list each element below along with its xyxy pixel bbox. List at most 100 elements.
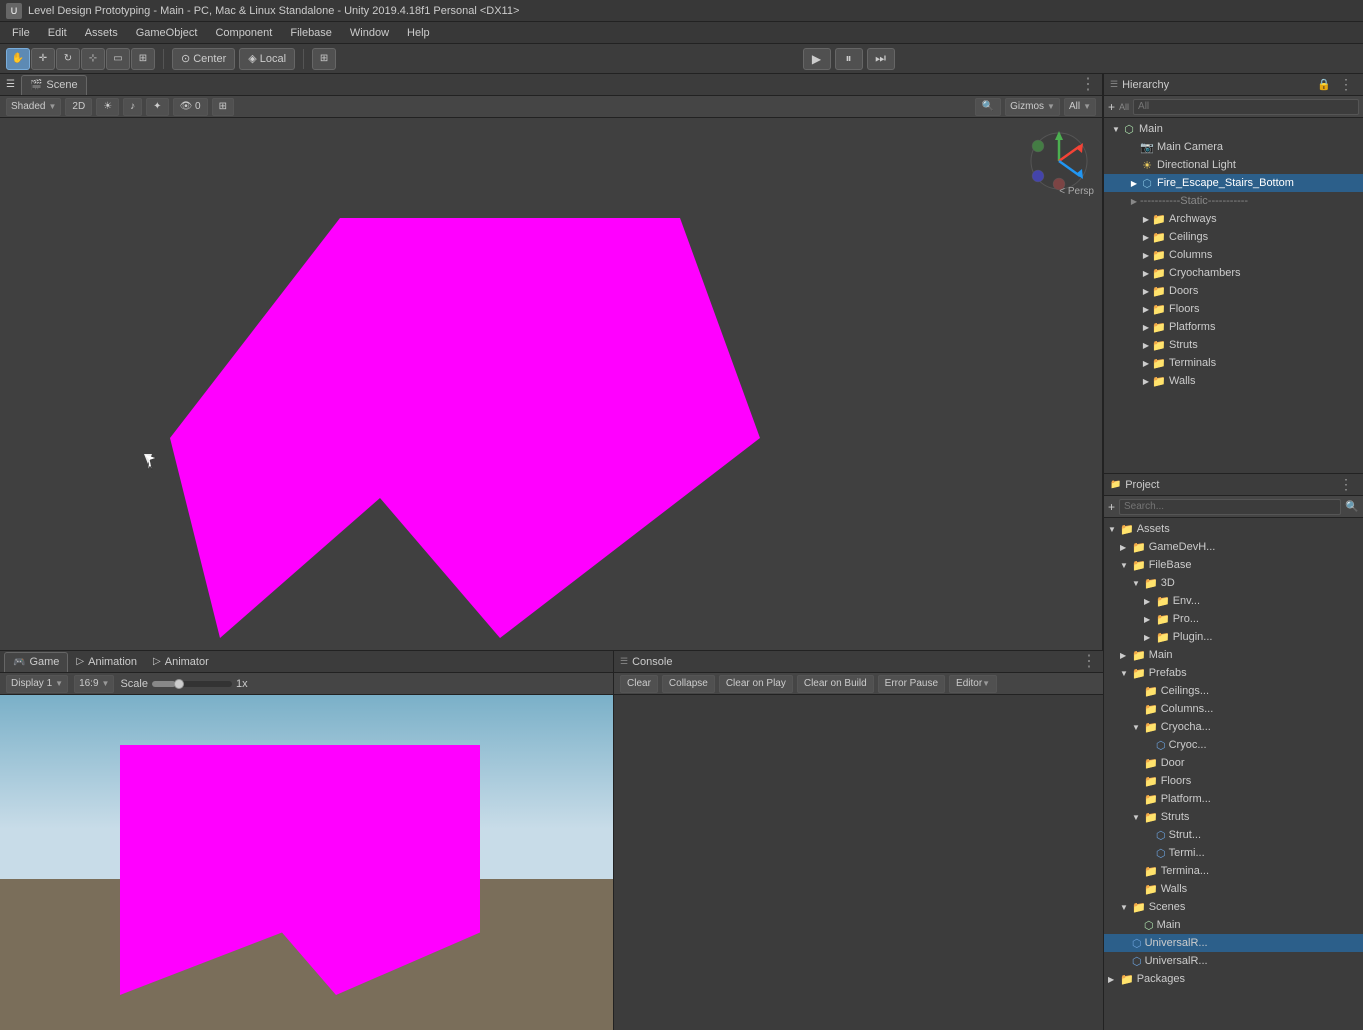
proj-termi-prefab[interactable]: ⬡ Termi...: [1104, 844, 1363, 862]
proj-main-scene[interactable]: ⬡ Main: [1104, 916, 1363, 934]
proj-universal-r1[interactable]: ⬡ UniversalR...: [1104, 934, 1363, 952]
hier-fire-escape[interactable]: ▶ ⬡ Fire_Escape_Stairs_Bottom: [1104, 174, 1363, 192]
hier-columns-arrow: ▶: [1140, 251, 1152, 260]
audio-btn[interactable]: ♪: [123, 98, 142, 116]
clear-on-play-btn[interactable]: Clear on Play: [719, 675, 793, 693]
proj-3d[interactable]: ▼ 📁 3D: [1104, 574, 1363, 592]
hier-main-scene[interactable]: ▼ ⬡ Main: [1104, 120, 1363, 138]
console-more-btn[interactable]: ⋮: [1081, 654, 1097, 670]
step-button[interactable]: ⏭: [867, 48, 895, 70]
search-scene-btn[interactable]: 🔍: [975, 98, 1001, 116]
proj-platform-pf[interactable]: 📁 Platform...: [1104, 790, 1363, 808]
scale-tool[interactable]: ⊹: [81, 48, 105, 70]
proj-columns-pf[interactable]: 📁 Columns...: [1104, 700, 1363, 718]
tab-animator[interactable]: ▷ Animator: [145, 652, 217, 672]
play-button[interactable]: ▶: [803, 48, 831, 70]
hier-columns[interactable]: ▶ 📁 Columns: [1104, 246, 1363, 264]
proj-pro[interactable]: ▶ 📁 Pro...: [1104, 610, 1363, 628]
proj-gamedevh[interactable]: ▶ 📁 GameDevH...: [1104, 538, 1363, 556]
proj-env[interactable]: ▶ 📁 Env...: [1104, 592, 1363, 610]
proj-cryocha-pf[interactable]: ▼ 📁 Cryocha...: [1104, 718, 1363, 736]
proj-ceilings-pf[interactable]: 📁 Ceilings...: [1104, 682, 1363, 700]
proj-floors-pf[interactable]: 📁 Floors: [1104, 772, 1363, 790]
clear-on-build-btn[interactable]: Clear on Build: [797, 675, 874, 693]
proj-scenes[interactable]: ▼ 📁 Scenes: [1104, 898, 1363, 916]
center-button[interactable]: ⊙ Center: [172, 48, 235, 70]
proj-assets[interactable]: ▼ 📁 Assets: [1104, 520, 1363, 538]
proj-packages[interactable]: ▶ 📁 Packages: [1104, 970, 1363, 988]
grid-toggle[interactable]: ⊞: [212, 98, 234, 116]
tab-game[interactable]: 🎮 Game: [4, 652, 68, 672]
project-more-btn[interactable]: ⋮: [1335, 476, 1357, 493]
gizmos-dropdown[interactable]: Gizmos ▼: [1005, 98, 1060, 116]
hier-floors[interactable]: ▶ 📁 Floors: [1104, 300, 1363, 318]
proj-plugin[interactable]: ▶ 📁 Plugin...: [1104, 628, 1363, 646]
hier-walls[interactable]: ▶ 📁 Walls: [1104, 372, 1363, 390]
proj-door-pf[interactable]: 📁 Door: [1104, 754, 1363, 772]
project-search-icon[interactable]: 🔍: [1345, 500, 1359, 513]
hier-platforms[interactable]: ▶ 📁 Platforms: [1104, 318, 1363, 336]
hier-struts[interactable]: ▶ 📁 Struts: [1104, 336, 1363, 354]
project-add-btn[interactable]: +: [1108, 500, 1115, 514]
scale-slider[interactable]: [152, 681, 232, 687]
hierarchy-add-btn[interactable]: +: [1108, 100, 1115, 114]
proj-universal-r2[interactable]: ⬡ UniversalR...: [1104, 952, 1363, 970]
aspect-dropdown[interactable]: 16:9 ▼: [74, 675, 114, 693]
hier-main-camera[interactable]: 📷 Main Camera: [1104, 138, 1363, 156]
scene-vis-btn[interactable]: 👁 0: [173, 98, 208, 116]
hier-static-separator[interactable]: ▶ -----------Static-----------: [1104, 192, 1363, 210]
hierarchy-lock-btn[interactable]: 🔒: [1317, 78, 1331, 91]
local-button[interactable]: ◈ Local: [239, 48, 295, 70]
doors-icon: 📁: [1152, 284, 1166, 298]
light-icon: ☀: [1140, 158, 1154, 172]
menu-component[interactable]: Component: [207, 25, 280, 41]
proj-cryoc-prefab[interactable]: ⬡ Cryoc...: [1104, 736, 1363, 754]
scene-viewport[interactable]: < Persp: [0, 118, 1102, 650]
hier-cryochambers[interactable]: ▶ 📁 Cryochambers: [1104, 264, 1363, 282]
scale-thumb[interactable]: [174, 679, 184, 689]
hierarchy-more-btn[interactable]: ⋮: [1335, 76, 1357, 93]
hier-dir-light[interactable]: ☀ Directional Light: [1104, 156, 1363, 174]
proj-termina-pf[interactable]: 📁 Termina...: [1104, 862, 1363, 880]
menu-assets[interactable]: Assets: [77, 25, 126, 41]
transform-tool[interactable]: ⊞: [131, 48, 155, 70]
hand-tool[interactable]: ✋: [6, 48, 30, 70]
hier-terminals[interactable]: ▶ 📁 Terminals: [1104, 354, 1363, 372]
menu-gameobject[interactable]: GameObject: [128, 25, 206, 41]
menu-filebase[interactable]: Filebase: [282, 25, 340, 41]
proj-main-folder[interactable]: ▶ 📁 Main: [1104, 646, 1363, 664]
pause-button[interactable]: ⏸: [835, 48, 863, 70]
editor-dropdown[interactable]: Editor ▼: [949, 675, 997, 693]
collapse-btn[interactable]: Collapse: [662, 675, 715, 693]
menu-help[interactable]: Help: [399, 25, 438, 41]
proj-walls-pf[interactable]: 📁 Walls: [1104, 880, 1363, 898]
fx-btn[interactable]: ✦: [146, 98, 168, 116]
2d-toggle[interactable]: 2D: [65, 98, 92, 116]
display-dropdown[interactable]: Display 1 ▼: [6, 675, 68, 693]
hier-archways[interactable]: ▶ 📁 Archways: [1104, 210, 1363, 228]
tab-scene[interactable]: 🎬 Scene: [21, 75, 87, 95]
proj-filebase[interactable]: ▼ 📁 FileBase: [1104, 556, 1363, 574]
error-pause-btn[interactable]: Error Pause: [878, 675, 945, 693]
hier-ceilings[interactable]: ▶ 📁 Ceilings: [1104, 228, 1363, 246]
menu-file[interactable]: File: [4, 25, 38, 41]
move-tool[interactable]: ✛: [31, 48, 55, 70]
project-search-input[interactable]: [1119, 499, 1341, 515]
rect-tool[interactable]: ▭: [106, 48, 130, 70]
grid-button[interactable]: ⊞: [312, 48, 336, 70]
proj-strut-prefab[interactable]: ⬡ Strut...: [1104, 826, 1363, 844]
proj-struts-pf[interactable]: ▼ 📁 Struts: [1104, 808, 1363, 826]
menu-edit[interactable]: Edit: [40, 25, 75, 41]
menu-window[interactable]: Window: [342, 25, 397, 41]
lighting-btn[interactable]: ☀: [96, 98, 119, 116]
hierarchy-search-input[interactable]: [1133, 99, 1359, 115]
clear-btn[interactable]: Clear: [620, 675, 658, 693]
scene-more-btn[interactable]: ⋮: [1080, 77, 1096, 93]
rotate-tool[interactable]: ↻: [56, 48, 80, 70]
tab-animation[interactable]: ▷ Animation: [68, 652, 145, 672]
universal-r2-icon: ⬡: [1132, 955, 1142, 968]
hier-doors[interactable]: ▶ 📁 Doors: [1104, 282, 1363, 300]
shading-dropdown[interactable]: Shaded ▼: [6, 98, 61, 116]
all-dropdown[interactable]: All ▼: [1064, 98, 1096, 116]
proj-prefabs[interactable]: ▼ 📁 Prefabs: [1104, 664, 1363, 682]
